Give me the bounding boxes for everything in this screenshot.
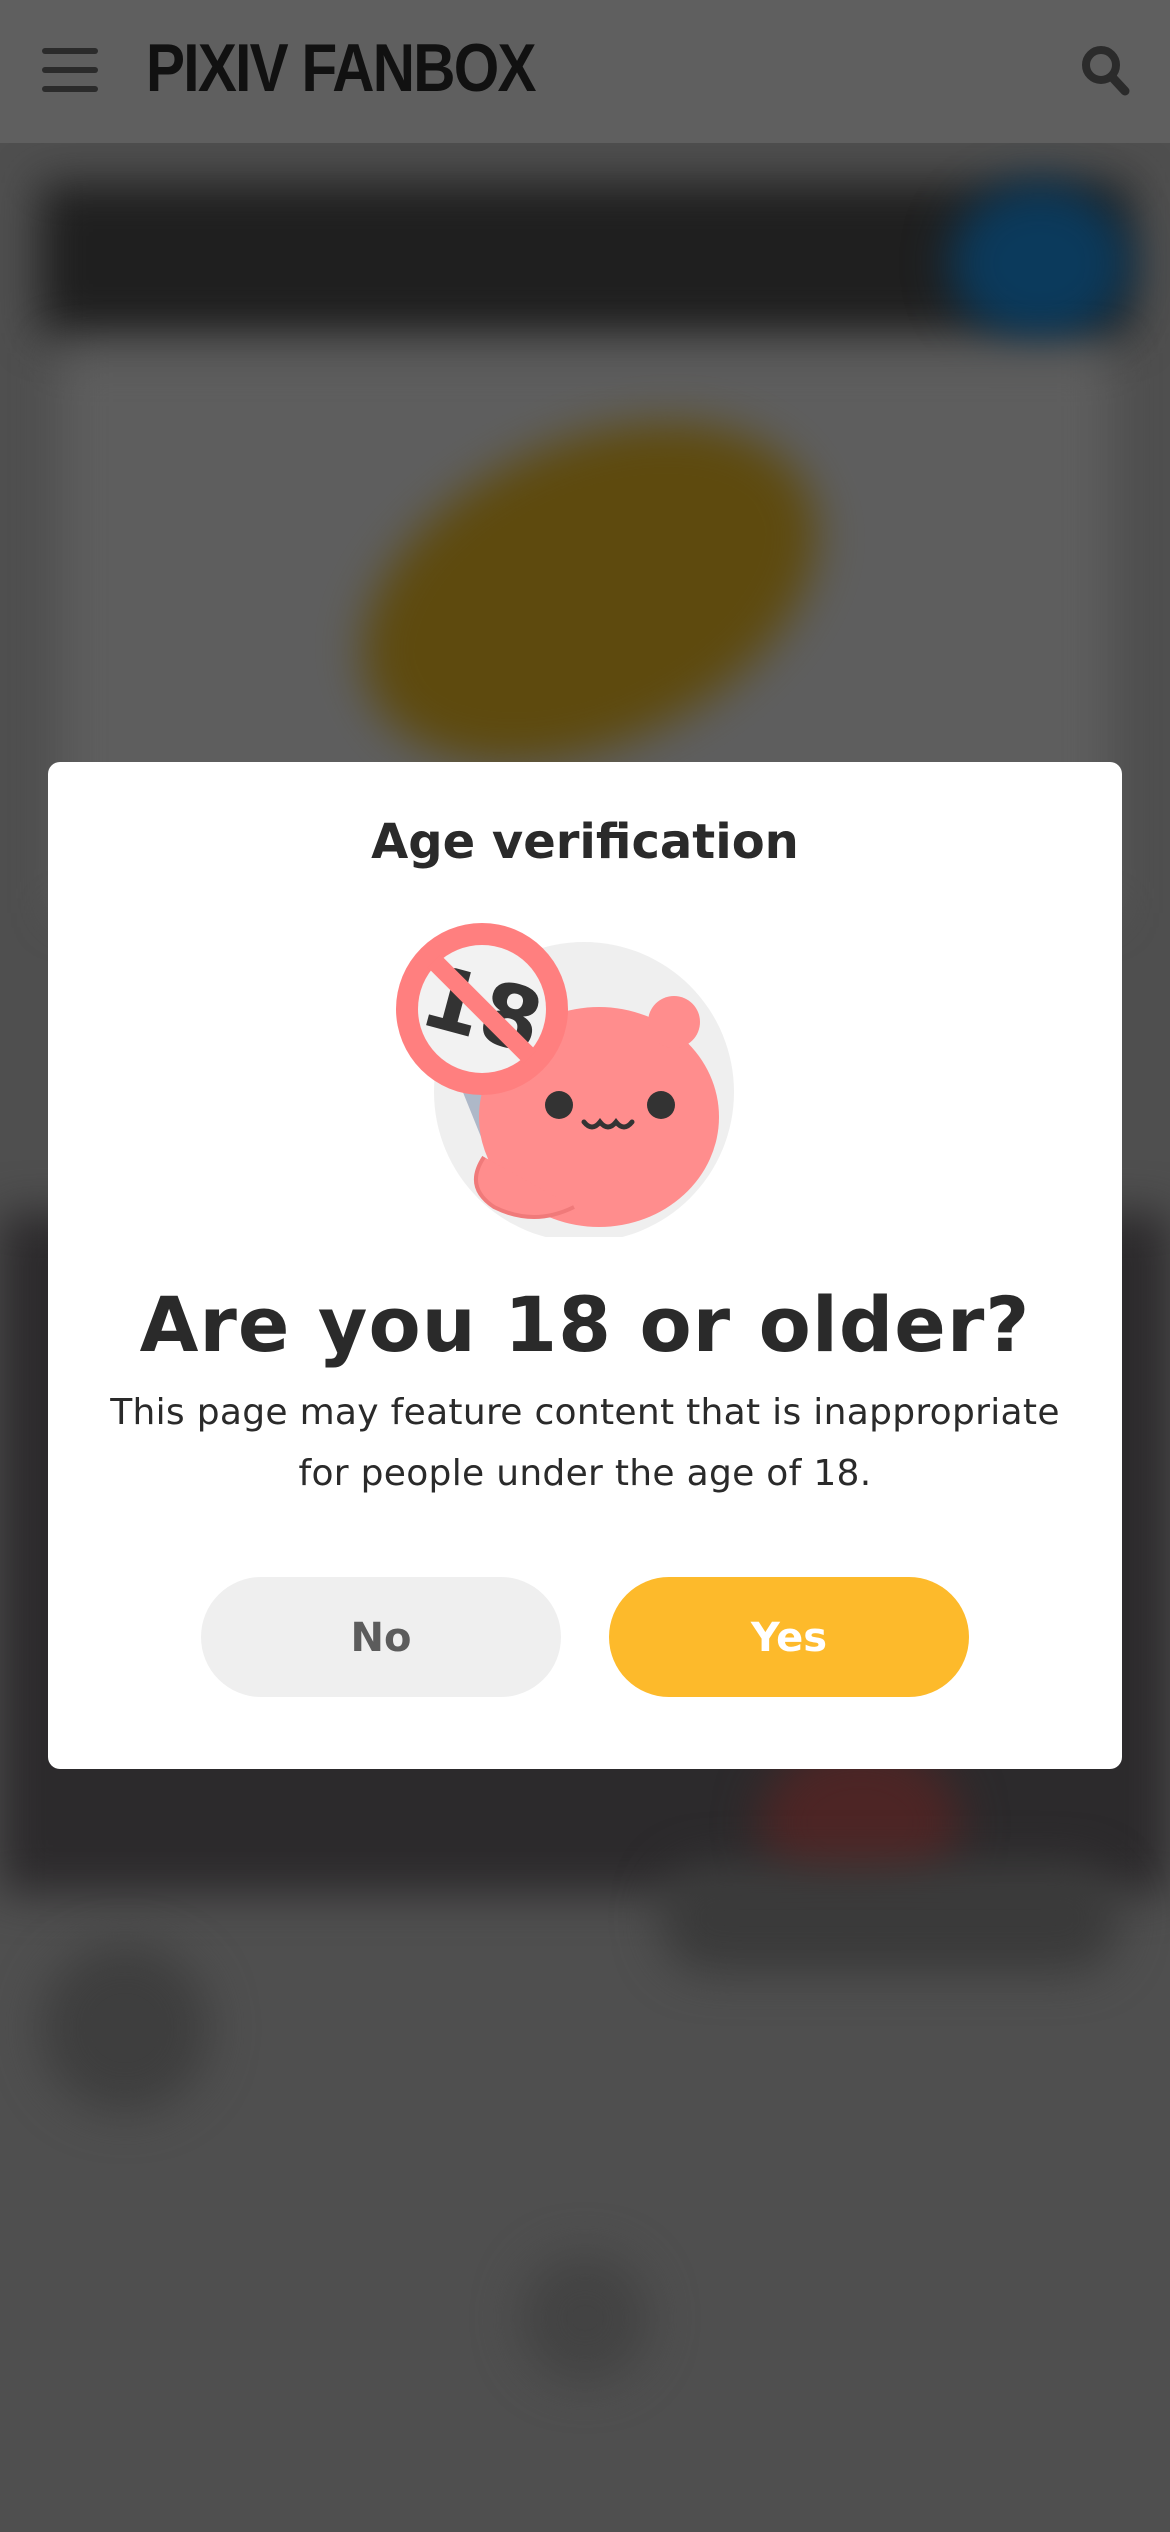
hamburger-menu-icon[interactable] xyxy=(42,48,100,92)
age-restricted-mascot-illustration: 18 xyxy=(396,923,734,1237)
top-bar: PIXIV FANBOX xyxy=(0,0,1170,143)
age-question: Are you 18 or older? xyxy=(139,1280,1031,1369)
age-verification-dialog: Age verification 18 Are you 18 or older?… xyxy=(48,762,1122,1769)
dialog-description: This page may feature content that is in… xyxy=(110,1392,1060,1494)
no-button[interactable]: No xyxy=(201,1577,561,1697)
dialog-title: Age verification xyxy=(371,814,799,870)
fanbox-logo[interactable]: PIXIV FANBOX xyxy=(146,28,537,108)
search-icon[interactable] xyxy=(1080,44,1130,98)
yes-button[interactable]: Yes xyxy=(609,1577,969,1697)
